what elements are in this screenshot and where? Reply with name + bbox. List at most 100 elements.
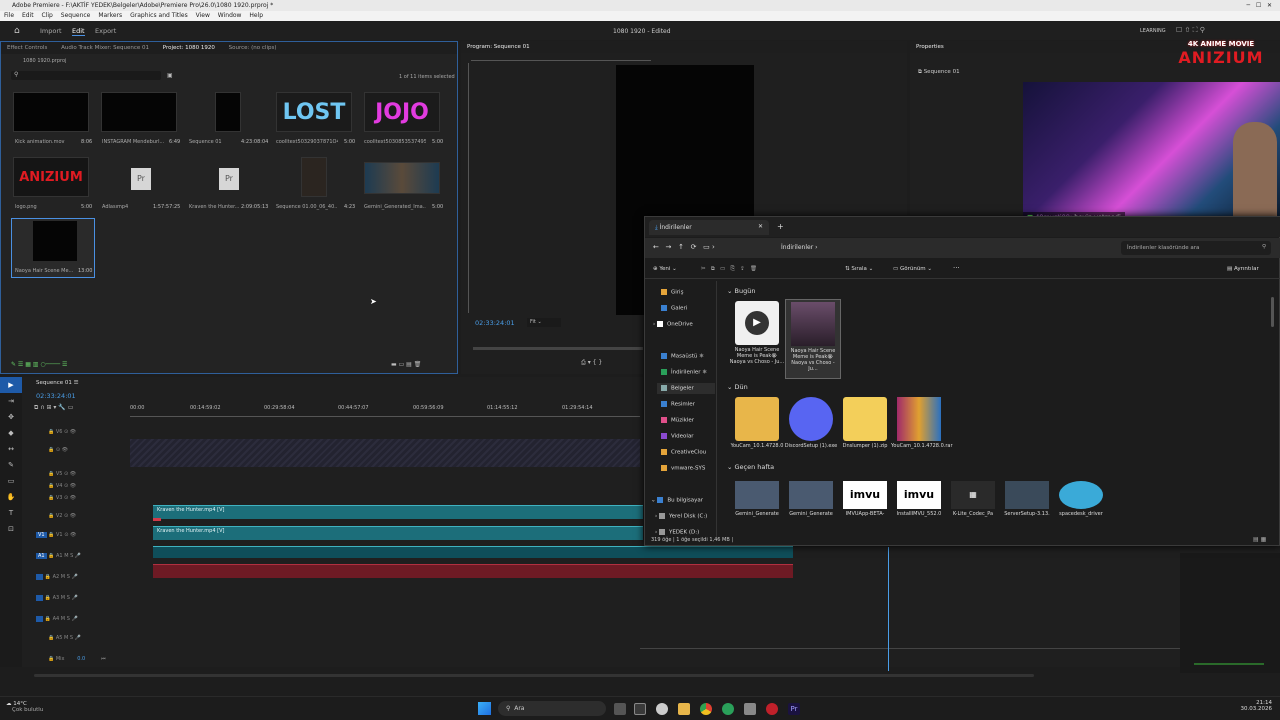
tab-import[interactable]: Import: [40, 27, 62, 35]
tab-effect-controls[interactable]: Effect Controls: [7, 45, 47, 51]
playhead[interactable]: [888, 547, 889, 671]
sidebar-item-music[interactable]: Müzikler: [661, 417, 694, 424]
audio-clip-a2[interactable]: [153, 564, 793, 578]
track-header-v3[interactable]: 🔒 V3 ⊙ 👁: [48, 495, 76, 501]
track-header-v2[interactable]: 🔒 V2 ⊙ 👁: [48, 513, 76, 519]
project-item-thumb[interactable]: ANIZIUM: [13, 157, 89, 197]
audio-clip-a1[interactable]: [153, 546, 793, 558]
sort-button[interactable]: ⇅ Sırala ⌄: [845, 266, 873, 272]
sidebar-item-documents[interactable]: Belgeler: [657, 383, 715, 394]
premiere-file-icon[interactable]: Pr: [131, 168, 151, 190]
nav-buttons-icon[interactable]: ← → ↑ ⟳ ▭ ›: [653, 243, 715, 251]
menu-file[interactable]: File: [4, 12, 14, 19]
clipboard-icons[interactable]: ✂ ⧉ ▭ ⎘ ⇪ 🗑: [701, 266, 757, 273]
sidebar-item-gallery[interactable]: Galeri: [661, 305, 687, 312]
project-item-thumb[interactable]: [101, 92, 177, 132]
window-controls[interactable]: ─ ☐ ✕: [1247, 0, 1272, 11]
file-item-selected[interactable]: Naoya Hair Scene Meme is Peak😭 Naoya vs …: [785, 299, 841, 379]
mix-track[interactable]: 🔒 Mix 0.0 ⏮: [48, 656, 106, 662]
whatsapp-icon[interactable]: [722, 703, 734, 715]
menu-view[interactable]: View: [196, 12, 210, 19]
premiere-file-icon[interactable]: Pr: [219, 168, 239, 190]
file-item[interactable]: Dnslumper (1).zip: [837, 397, 893, 449]
track-select-icon[interactable]: ⇥: [0, 393, 22, 409]
pencil-icon[interactable]: ✎ ☰ ▦ ▥ ○──── ☰: [11, 361, 67, 368]
details-button[interactable]: ▤ Ayrıntılar: [1227, 266, 1259, 272]
video-clip-v2[interactable]: Kraven the Hunter.mp4 [V]: [153, 505, 643, 519]
ripple-edit-icon[interactable]: ✥: [0, 409, 22, 425]
obs-icon[interactable]: [656, 703, 668, 715]
file-explorer-icon[interactable]: [678, 703, 690, 715]
sidebar-item-creativecloud[interactable]: CreativeClou: [661, 449, 706, 456]
file-item[interactable]: ▦ K-Lite_Codec_Pa: [945, 481, 1001, 525]
view-button[interactable]: ▭ Görünüm ⌄: [893, 266, 932, 272]
menu-graphics[interactable]: Graphics and Titles: [130, 12, 188, 19]
razor-icon[interactable]: ◆: [0, 425, 22, 441]
tab-project[interactable]: Project: 1080 1920: [163, 45, 215, 51]
taskbar-search[interactable]: ⚲ Ara: [498, 701, 606, 716]
new-tab-icon[interactable]: +: [777, 222, 784, 231]
tab-edit[interactable]: Edit: [72, 27, 85, 36]
program-transport-icons[interactable]: ⎙ ▾ { }: [581, 359, 602, 367]
file-item[interactable]: YouCam_10.1.4728.0.rar: [891, 397, 953, 449]
opera-icon[interactable]: [766, 703, 778, 715]
close-tab-icon[interactable]: ✕: [758, 223, 763, 230]
track-header-a3[interactable]: 🔒 A3 M S 🎤: [36, 595, 78, 601]
track-header-a4[interactable]: 🔒 A4 M S 🎤: [36, 616, 78, 622]
track-header-v6[interactable]: 🔒 V6 ⊙ 👁: [48, 429, 76, 435]
sidebar-item-downloads[interactable]: İndirilenler ✱: [661, 369, 707, 376]
panel-bottom-icons[interactable]: ▬ ▭ ▤ 🗑: [391, 361, 421, 368]
sidebar-item-desktop[interactable]: Masaüstü ✱: [661, 353, 704, 360]
sidebar-item-pictures[interactable]: Resimler: [661, 401, 695, 408]
tab-program[interactable]: Program: Sequence 01: [467, 44, 530, 50]
track-header-v1[interactable]: V1 🔒 V1 ⊙ 👁: [36, 532, 76, 538]
terminal-icon[interactable]: [744, 703, 756, 715]
file-item[interactable]: Gemini_Generate: [783, 481, 839, 525]
bin-icon[interactable]: ▣: [167, 72, 173, 79]
tab-audio-mixer[interactable]: Audio Track Mixer: Sequence 01: [61, 45, 149, 51]
group-yesterday[interactable]: ⌄ Dün: [727, 383, 748, 391]
project-item-thumb[interactable]: [364, 162, 440, 194]
menu-markers[interactable]: Markers: [98, 12, 122, 19]
menu-edit[interactable]: Edit: [22, 12, 34, 19]
track-header-v4[interactable]: 🔒 V4 ⊙ 👁: [48, 483, 76, 489]
project-item-thumb[interactable]: LOST: [276, 92, 352, 132]
caption-icon[interactable]: ⊡: [0, 521, 22, 537]
sidebar-item-vmware[interactable]: vmware-SYS: [661, 465, 705, 472]
video-clip-v1[interactable]: Kraven the Hunter.mp4 [V]: [153, 526, 643, 540]
tab-export[interactable]: Export: [95, 27, 116, 35]
file-item[interactable]: imvu IMVUApp-BETA-: [837, 481, 893, 525]
track-header-locked[interactable]: 🔒 ⊙ 👁: [48, 447, 68, 453]
project-item-thumb[interactable]: [13, 92, 89, 132]
windows-start-icon[interactable]: [478, 702, 491, 715]
tab-source[interactable]: Source: (no clips): [229, 45, 277, 51]
view-mode-icons[interactable]: ▤ ▦: [1253, 536, 1266, 543]
menu-sequence[interactable]: Sequence: [61, 12, 91, 19]
explorer-search-input[interactable]: İndirilenler klasöründe ara ⚲: [1121, 241, 1271, 255]
sidebar-item-yedek[interactable]: › YEDEK (D:): [655, 529, 699, 536]
pen-icon[interactable]: ✎: [0, 457, 22, 473]
more-icon[interactable]: ···: [953, 264, 960, 272]
timeline-timecode[interactable]: 02:33:24:01: [36, 392, 76, 400]
file-item[interactable]: YouCam_10.1.4728.0: [729, 397, 785, 449]
sidebar-item-videos[interactable]: Videolar: [661, 433, 694, 440]
breadcrumb[interactable]: İndirilenler ›: [781, 244, 817, 251]
timeline-tools-icons[interactable]: ⧉ ∩ ⊞ ▾ 🔧 ▭: [34, 404, 73, 412]
sidebar-item-localdisk[interactable]: › Yerel Disk (C:): [655, 513, 707, 520]
sidebar-item-onedrive[interactable]: › OneDrive: [653, 321, 693, 328]
program-scrubber[interactable]: [473, 347, 643, 350]
type-icon[interactable]: T: [0, 505, 22, 521]
learning-label[interactable]: LEARNING: [1140, 28, 1166, 34]
menu-clip[interactable]: Clip: [42, 12, 53, 19]
timeline-ruler[interactable]: 00:00 00:14:59:02 00:29:58:04 00:44:57:0…: [130, 405, 640, 417]
track-header-a1[interactable]: A1 🔒 A1 M S 🎤: [36, 553, 81, 559]
explorer-scrollbar[interactable]: [1271, 297, 1274, 327]
premiere-icon[interactable]: Pr: [788, 703, 800, 715]
project-item-thumb[interactable]: [301, 157, 327, 197]
clock[interactable]: 21:14 30.03.2026: [1218, 700, 1273, 712]
group-last-week[interactable]: ⌄ Geçen hafta: [727, 463, 774, 471]
new-button[interactable]: ⊕ Yeni ⌄: [653, 266, 677, 272]
file-item[interactable]: spacedesk_driver: [1053, 481, 1109, 525]
project-item-thumb[interactable]: [215, 92, 241, 132]
track-header-v5[interactable]: 🔒 V5 ⊙ 👁: [48, 471, 76, 477]
